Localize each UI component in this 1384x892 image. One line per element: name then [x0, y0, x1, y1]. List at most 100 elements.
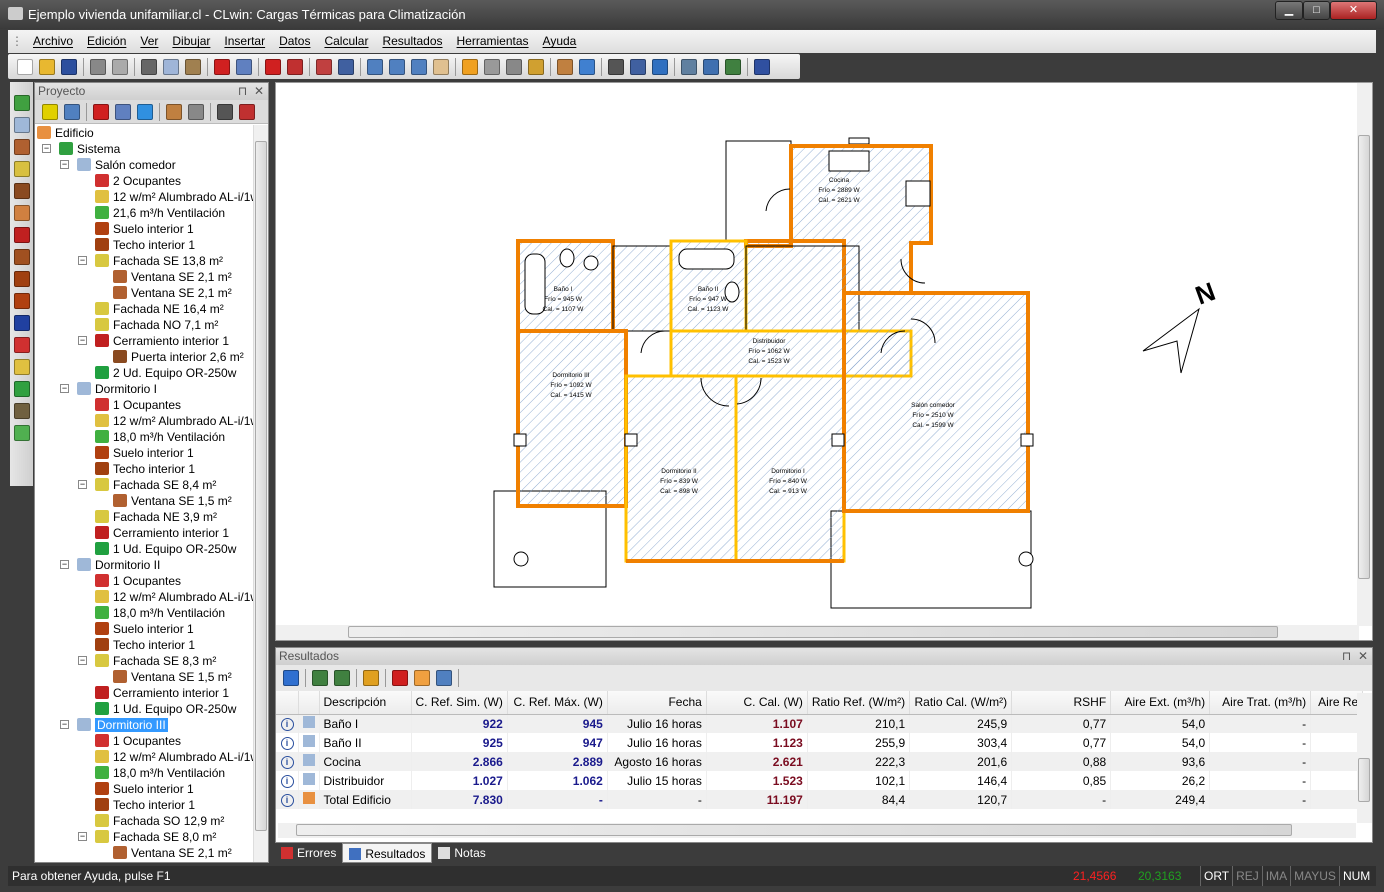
- table-row[interactable]: i Distribuidor 1.027 1.062 Julio 15 horas 1.5…: [276, 771, 1364, 790]
- export-icon[interactable]: [338, 58, 354, 75]
- menu-insertar[interactable]: Insertar: [217, 30, 272, 53]
- sum-icon[interactable]: [239, 103, 255, 120]
- canvas-hscroll[interactable]: [276, 625, 1359, 640]
- expand-toggle[interactable]: −: [60, 160, 69, 169]
- tree-item[interactable]: − Dormitorio II: [35, 557, 254, 573]
- room-dormitorio-iii[interactable]: [516, 329, 628, 508]
- select-icon[interactable]: [363, 670, 379, 686]
- column-header[interactable]: RSHF: [1011, 691, 1112, 715]
- tree-item[interactable]: − Fachada SE 8,0 m²: [35, 829, 254, 845]
- menu-archivo[interactable]: Archivo: [26, 30, 80, 53]
- pin-icon[interactable]: ⊓: [1342, 649, 1351, 663]
- center-icon[interactable]: [652, 58, 668, 75]
- delete-icon[interactable]: [214, 58, 230, 75]
- tree-scrollbar[interactable]: [253, 125, 268, 862]
- ortho-icon[interactable]: [462, 58, 478, 75]
- tree-item[interactable]: 1 Ud. Equipo OR-250w: [35, 701, 254, 717]
- menu-herramientas[interactable]: Herramientas: [450, 30, 536, 53]
- menu-datos[interactable]: Datos: [272, 30, 317, 53]
- report-icon[interactable]: [287, 58, 303, 75]
- expand-toggle[interactable]: −: [78, 336, 87, 345]
- tree-item[interactable]: 12 w/m² Alumbrado AL-i/1w: [35, 413, 254, 429]
- tree-item[interactable]: − Fachada SE 8,3 m²: [35, 653, 254, 669]
- expand-toggle[interactable]: −: [60, 560, 69, 569]
- edit-icon[interactable]: [236, 58, 252, 75]
- tree-item[interactable]: − Fachada SE 8,4 m²: [35, 477, 254, 493]
- column-header[interactable]: C. Ref. Máx. (W): [507, 691, 608, 715]
- tree-item[interactable]: Techo interior 1: [35, 461, 254, 477]
- import-icon[interactable]: [312, 670, 328, 686]
- tree-item[interactable]: 1 Ocupantes: [35, 573, 254, 589]
- table-row[interactable]: i Cocina 2.866 2.889 Agosto 16 horas 2.621 222…: [276, 752, 1364, 771]
- column-header[interactable]: C. Ref. Sim. (W): [411, 691, 508, 715]
- add-lighting-icon[interactable]: [13, 359, 30, 375]
- add-room-icon[interactable]: [13, 117, 30, 133]
- table-row[interactable]: i Baño II 925 947 Julio 16 horas 1.123 255,9 30…: [276, 733, 1364, 752]
- results-hscroll[interactable]: [278, 823, 1356, 838]
- info-icon[interactable]: i: [280, 756, 294, 769]
- add-wall-icon[interactable]: [13, 227, 30, 243]
- scrollbar-thumb[interactable]: [1358, 758, 1370, 802]
- edit-icon[interactable]: [115, 103, 131, 120]
- column-header[interactable]: Aire Ext. (m³/h): [1110, 691, 1211, 715]
- tab-errores[interactable]: Errores: [275, 843, 342, 863]
- tree-item[interactable]: 12 w/m² Alumbrado AL-i/1w: [35, 749, 254, 765]
- up-arrow-icon[interactable]: [137, 103, 153, 120]
- tree-item[interactable]: Fachada NE 16,4 m²: [35, 301, 254, 317]
- tree-item[interactable]: 2 Ocupantes: [35, 173, 254, 189]
- results-vscroll[interactable]: [1357, 693, 1372, 823]
- move-icon[interactable]: [414, 670, 430, 686]
- add-pattern-icon[interactable]: [13, 315, 30, 331]
- snap-icon[interactable]: [506, 58, 522, 75]
- print-icon[interactable]: [90, 58, 106, 75]
- tree-item[interactable]: Techo interior 1: [35, 237, 254, 253]
- expand-toggle[interactable]: −: [60, 720, 69, 729]
- calc-icon[interactable]: [316, 58, 332, 75]
- add-system-icon[interactable]: [13, 95, 30, 111]
- scrollbar-thumb[interactable]: [348, 626, 1278, 638]
- menu-calcular[interactable]: Calcular: [317, 30, 375, 53]
- menu-dibujar[interactable]: Dibujar: [165, 30, 217, 53]
- add-window-icon[interactable]: [13, 139, 30, 155]
- page-icon[interactable]: [681, 58, 697, 75]
- info-icon[interactable]: i: [280, 718, 294, 732]
- paste-icon[interactable]: [185, 58, 201, 75]
- add-equipment-icon[interactable]: [13, 381, 30, 397]
- tree-item[interactable]: Fachada NE 3,9 m²: [35, 509, 254, 525]
- column-header[interactable]: Descripción: [319, 691, 412, 715]
- expand-toggle[interactable]: −: [42, 144, 51, 153]
- add-floor-icon[interactable]: [13, 293, 30, 309]
- tree-item[interactable]: Ventana SE 2,1 m²: [35, 285, 254, 301]
- expand-toggle[interactable]: −: [78, 832, 87, 841]
- new-icon[interactable]: [17, 58, 33, 75]
- column-header[interactable]: C. Cal. (W): [706, 691, 808, 715]
- link-icon[interactable]: [630, 58, 646, 75]
- check-icon[interactable]: [283, 670, 299, 686]
- tree-item[interactable]: 12 w/m² Alumbrado AL-i/1w: [35, 189, 254, 205]
- tab-resultados[interactable]: Resultados: [342, 843, 433, 863]
- tree-item[interactable]: 1 Ud. Equipo OR-250w: [35, 541, 254, 557]
- menu-resultados[interactable]: Resultados: [375, 30, 449, 53]
- add-ceiling-icon[interactable]: [13, 271, 30, 287]
- page-edit-icon[interactable]: [725, 58, 741, 75]
- tree-item[interactable]: 18,0 m³/h Ventilación: [35, 429, 254, 445]
- export-icon[interactable]: [334, 670, 350, 686]
- tree-item[interactable]: Ventana SE 2,1 m²: [35, 269, 254, 285]
- tree-item[interactable]: − Salón comedor: [35, 157, 254, 173]
- import-icon[interactable]: [64, 103, 80, 120]
- expand-toggle[interactable]: −: [60, 384, 69, 393]
- delete-icon[interactable]: [392, 670, 408, 686]
- tree-item[interactable]: 18,0 m³/h Ventilación: [35, 605, 254, 621]
- info-icon[interactable]: i: [280, 775, 294, 788]
- table-row[interactable]: i Baño I 922 945 Julio 16 horas 1.107 210,1 245…: [276, 714, 1364, 733]
- tree-item[interactable]: 21,6 m³/h Ventilación: [35, 205, 254, 221]
- tree-item[interactable]: 1 Ocupantes: [35, 733, 254, 749]
- tree-item[interactable]: Ventana SE 1,5 m²: [35, 493, 254, 509]
- tree-item[interactable]: − Cerramiento interior 1: [35, 333, 254, 349]
- scrollbar-thumb[interactable]: [296, 824, 1292, 836]
- zoom-in-icon[interactable]: [389, 58, 405, 75]
- print-preview-icon[interactable]: [112, 58, 128, 75]
- compass-icon[interactable]: [579, 58, 595, 75]
- table-icon[interactable]: [217, 103, 233, 120]
- tree-item[interactable]: Techo interior 1: [35, 637, 254, 653]
